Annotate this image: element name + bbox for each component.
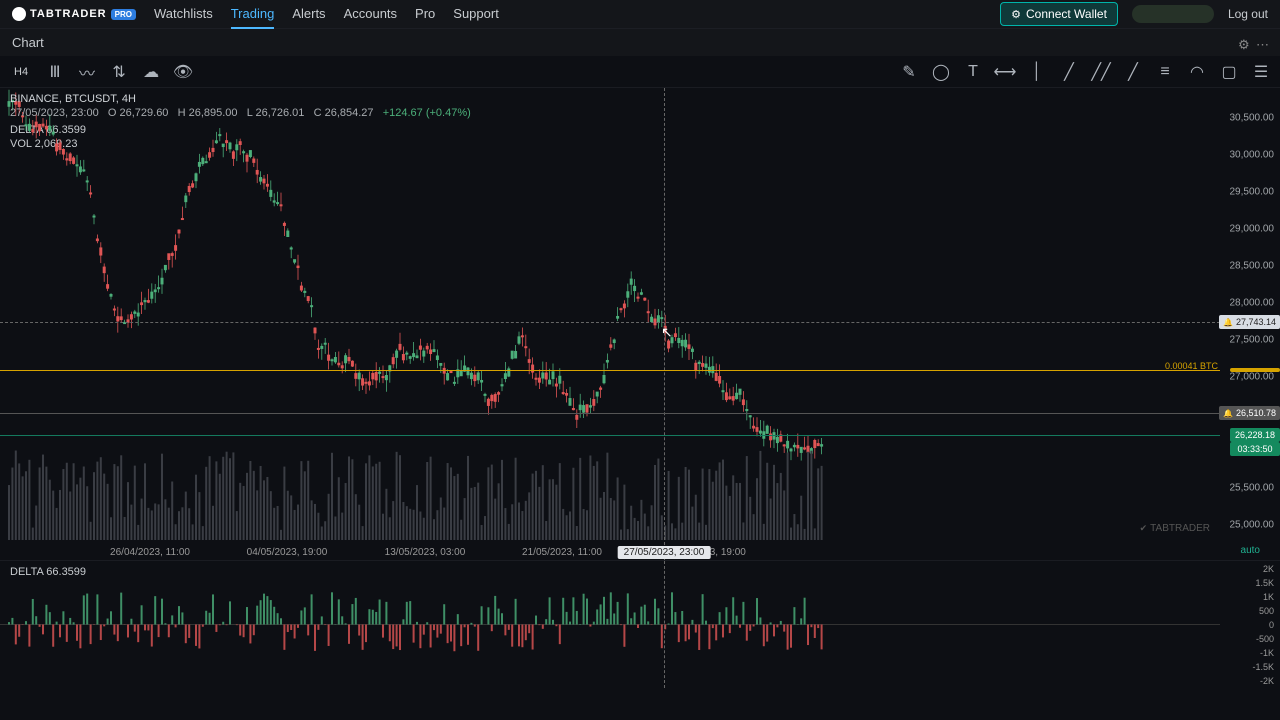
more-icon[interactable]: ⋯ [1256,37,1268,49]
alert-line-gray[interactable] [0,413,1220,414]
watermark: TABTRADER [1140,523,1210,534]
nav-pro[interactable]: Pro [415,0,435,29]
candles-icon[interactable]: Ⅲ [46,63,64,81]
countdown-tag: 03:33:50 [1230,442,1280,456]
nav-alerts[interactable]: Alerts [292,0,325,29]
bar-datetime: 27/05/2023, 23:00 [10,107,99,119]
main-nav: Watchlists Trading Alerts Accounts Pro S… [154,0,499,29]
symbol-label: BINANCE, BTCUSDT, 4H [10,93,471,105]
settings-icon[interactable]: ⚙ [1238,37,1250,49]
nav-support[interactable]: Support [453,0,499,29]
pencil-icon[interactable]: ✎ [900,63,918,81]
connect-label: Connect Wallet [1026,7,1107,21]
list-icon[interactable]: ≡ [1156,63,1174,81]
cursor-time-tag: 27/05/2023, 23:00 [618,546,711,559]
order-line-yellow[interactable] [0,370,1220,371]
layers-icon[interactable]: ☰ [1252,63,1270,81]
last-price-tag: 26,228.18 [1230,428,1280,442]
auto-scale-button[interactable]: auto [1241,545,1260,556]
eye-icon[interactable]: 👁 [174,63,192,81]
chart-title: Chart [12,35,44,50]
ohlc-h: H 26,895.00 [178,107,238,119]
chart-info: BINANCE, BTCUSDT, 4H 27/05/2023, 23:00 O… [10,93,471,119]
parallel-icon[interactable]: ╱╱ [1092,63,1110,81]
main-header: TABTRADER PRO Watchlists Trading Alerts … [0,0,1280,28]
ohlc-change: +124.67 (+0.47%) [383,107,471,119]
arc-icon[interactable]: ◠ [1188,63,1206,81]
logout-link[interactable]: Log out [1228,7,1268,21]
cloud-icon[interactable]: ☁ [142,63,160,81]
indicator-axis[interactable]: 2K1.5K1K5000-500-1K-1.5K-2K [1224,561,1274,688]
vline-icon[interactable]: │ [1028,63,1046,81]
ind-crosshair-v [664,561,665,688]
indicators-icon[interactable]: 〰 [78,63,96,81]
ohlc-c: C 26,854.27 [314,107,374,119]
crosshair-horizontal [0,322,1220,323]
alert-price-tag: 26,510.78 [1219,406,1280,420]
order-qty-label: 0.00041 BTC [1165,361,1218,371]
pro-badge: PRO [111,9,136,20]
nav-accounts[interactable]: Accounts [344,0,397,29]
timeframe-selector[interactable]: H4 [10,64,32,80]
rect-icon[interactable]: ▢ [1220,63,1238,81]
nav-watchlists[interactable]: Watchlists [154,0,213,29]
trendline-icon[interactable]: ╱ [1060,63,1078,81]
order-price-tag [1230,368,1280,372]
ray-icon[interactable]: ╱ [1124,63,1142,81]
logo[interactable]: TABTRADER PRO [12,7,136,21]
hline-icon[interactable]: ⟷ [996,63,1014,81]
crosshair-vertical [664,88,665,560]
connect-wallet-button[interactable]: Connect Wallet [1000,2,1118,26]
text-icon[interactable]: T [964,63,982,81]
logo-text: TABTRADER [30,8,107,20]
ohlc-l: L 26,726.01 [247,107,305,119]
cursor-price-tag: 27,743.14 [1219,315,1280,329]
price-axis[interactable]: 30,500.0030,000.0029,500.0029,000.0028,5… [1220,88,1280,560]
ohlc-o: O 26,729.60 [108,107,169,119]
logo-icon [12,7,26,21]
time-axis[interactable]: 26/04/2023, 11:0004/05/2023, 19:0013/05/… [0,540,1220,560]
chart-toolbar: H4 Ⅲ 〰 ⇅ ☁ 👁 ✎ ◯ T ⟷ │ ╱ ╱╱ ╱ ≡ ◠ ▢ ☰ [0,56,1280,88]
shapes-icon[interactable]: ◯ [932,63,950,81]
last-price-line [0,435,1220,436]
delta-indicator[interactable]: DELTA 66.3599 2K1.5K1K5000-500-1K-1.5K-2… [0,560,1280,688]
header-right: Connect Wallet Log out [1000,2,1268,26]
nav-trading[interactable]: Trading [231,0,275,29]
main-chart[interactable]: BINANCE, BTCUSDT, 4H 27/05/2023, 23:00 O… [0,88,1280,560]
chart-subheader: Chart ⚙ ⋯ [0,28,1280,56]
user-chip[interactable] [1132,5,1214,23]
settings2-icon[interactable]: ⇅ [110,63,128,81]
